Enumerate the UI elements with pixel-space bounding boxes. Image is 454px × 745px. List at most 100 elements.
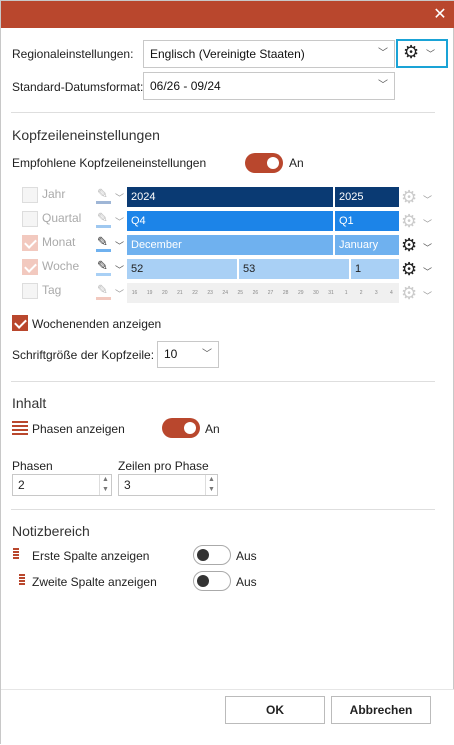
column-icon <box>13 548 19 562</box>
phases-count-label: Phasen <box>12 459 53 473</box>
gear-icon[interactable]: ⚙ <box>401 212 417 230</box>
day-cell: 4 <box>390 290 393 296</box>
chevron-down-icon[interactable]: ﹀ <box>115 263 124 276</box>
fontsize-select[interactable]: 10 ﹀ <box>157 341 219 368</box>
quarter-cell: Q1 <box>335 211 399 231</box>
regional-select[interactable]: Englisch (Vereinigte Staaten) ﹀ <box>143 40 395 68</box>
day-cell: 24 <box>222 290 228 296</box>
first-column-state: Aus <box>236 549 257 563</box>
day-cell: 21 <box>177 290 183 296</box>
chevron-down-icon[interactable]: ﹀ <box>423 241 432 254</box>
title-bar: ✕ <box>1 1 454 28</box>
separator <box>11 381 435 382</box>
notes-title: Notizbereich <box>12 523 90 539</box>
chevron-down-icon[interactable]: ﹀ <box>115 287 124 300</box>
chevron-down-icon[interactable]: ▼ <box>100 485 111 495</box>
row-label-woche: Woche <box>42 259 80 273</box>
chevron-down-icon[interactable]: ﹀ <box>423 193 432 206</box>
chevron-down-icon[interactable]: ﹀ <box>423 265 432 278</box>
day-cell: 31 <box>328 290 334 296</box>
gear-icon[interactable]: ⚙ <box>401 260 417 278</box>
regional-settings-button[interactable]: ⚙ ﹀ <box>396 39 448 68</box>
column-icon <box>19 574 25 588</box>
paint-bucket-icon[interactable]: ✎ <box>95 186 113 205</box>
rows-per-phase-label: Zeilen pro Phase <box>118 459 209 473</box>
chevron-down-icon[interactable]: ﹀ <box>115 191 124 204</box>
chevron-down-icon[interactable]: ﹀ <box>423 217 432 230</box>
weekends-label: Wochenenden anzeigen <box>32 317 162 331</box>
checkbox-monat[interactable] <box>22 235 38 251</box>
stepper-buttons[interactable]: ▲ ▼ <box>205 475 217 495</box>
phases-count-stepper[interactable]: 2 ▲ ▼ <box>12 474 112 496</box>
day-cell: 29 <box>297 290 304 296</box>
checkbox-jahr[interactable] <box>22 187 38 203</box>
phases-state: An <box>205 422 220 436</box>
fontsize-label: Schriftgröße der Kopfzeile: <box>12 348 155 362</box>
header-settings-title: Kopfzeileneinstellungen <box>12 127 160 143</box>
day-cell: 20 <box>161 290 168 296</box>
day-cell: 26 <box>252 290 259 296</box>
recommended-toggle[interactable] <box>245 153 283 173</box>
row-label-quartal: Quartal <box>42 211 82 225</box>
chevron-down-icon[interactable]: ▼ <box>206 485 217 495</box>
paint-bucket-icon[interactable]: ✎ <box>95 258 113 277</box>
month-cell: January <box>335 235 399 255</box>
phases-toggle[interactable] <box>162 418 200 438</box>
chevron-up-icon[interactable]: ▲ <box>206 475 217 485</box>
chevron-down-icon: ﹀ <box>378 48 388 59</box>
gear-icon[interactable]: ⚙ <box>401 284 417 302</box>
close-icon[interactable]: ✕ <box>425 1 454 28</box>
month-cell: December <box>127 235 333 255</box>
recommended-label: Empfohlene Kopfzeileneinstellungen <box>12 156 207 170</box>
chevron-down-icon[interactable]: ﹀ <box>115 215 124 228</box>
day-strip: 16 19 20 21 22 23 24 25 26 27 28 29 30 3… <box>127 283 399 303</box>
regional-label: Regionaleinstellungen: <box>12 47 134 61</box>
row-label-jahr: Jahr <box>42 187 66 201</box>
stepper-buttons[interactable]: ▲ ▼ <box>99 475 111 495</box>
regional-value: Englisch (Vereinigte Staaten) <box>150 47 305 61</box>
gear-icon[interactable]: ⚙ <box>401 236 417 254</box>
day-cell: 25 <box>237 290 244 296</box>
day-cell: 28 <box>282 290 289 296</box>
gear-icon[interactable]: ⚙ <box>401 188 417 206</box>
dialog-window: ✕ Regionaleinstellungen: Englisch (Verei… <box>0 0 454 745</box>
phases-icon <box>12 421 28 435</box>
cancel-button[interactable]: Abbrechen <box>331 696 431 724</box>
second-column-label: Zweite Spalte anzeigen <box>32 575 157 589</box>
dateformat-select[interactable]: 06/26 - 09/24 ﹀ <box>143 72 395 100</box>
separator <box>11 112 435 113</box>
week-cell: 1 <box>351 259 399 279</box>
ok-button[interactable]: OK <box>225 696 325 724</box>
content-title: Inhalt <box>12 395 47 411</box>
chevron-down-icon[interactable]: ﹀ <box>423 289 432 302</box>
quarter-cell: Q4 <box>127 211 333 231</box>
phases-count-value: 2 <box>18 478 25 492</box>
gear-icon: ⚙ <box>403 42 420 62</box>
fontsize-value: 10 <box>164 347 178 361</box>
day-cell: 1 <box>344 290 348 296</box>
weekends-checkbox[interactable] <box>12 315 28 331</box>
paint-bucket-icon[interactable]: ✎ <box>95 210 113 229</box>
row-label-monat: Monat <box>42 235 76 249</box>
rows-per-phase-stepper[interactable]: 3 ▲ ▼ <box>118 474 218 496</box>
second-column-state: Aus <box>236 575 257 589</box>
second-column-toggle[interactable] <box>193 571 231 591</box>
rows-per-phase-value: 3 <box>124 478 131 492</box>
paint-bucket-icon[interactable]: ✎ <box>95 234 113 253</box>
first-column-toggle[interactable] <box>193 545 231 565</box>
paint-bucket-icon[interactable]: ✎ <box>95 282 113 301</box>
row-label-tag: Tag <box>42 283 62 297</box>
dateformat-value: 06/26 - 09/24 <box>150 79 221 93</box>
checkbox-quartal[interactable] <box>22 211 38 227</box>
week-cell: 53 <box>239 259 349 279</box>
checkbox-woche[interactable] <box>22 259 38 275</box>
day-cell: 23 <box>207 290 213 296</box>
day-cell: 22 <box>192 290 198 296</box>
chevron-up-icon[interactable]: ▲ <box>100 475 111 485</box>
checkbox-tag[interactable] <box>22 283 38 299</box>
year-cell: 2025 <box>335 187 399 207</box>
day-cell: 19 <box>146 290 153 296</box>
first-column-label: Erste Spalte anzeigen <box>32 549 150 563</box>
chevron-down-icon: ﹀ <box>426 49 436 59</box>
chevron-down-icon[interactable]: ﹀ <box>115 239 124 252</box>
